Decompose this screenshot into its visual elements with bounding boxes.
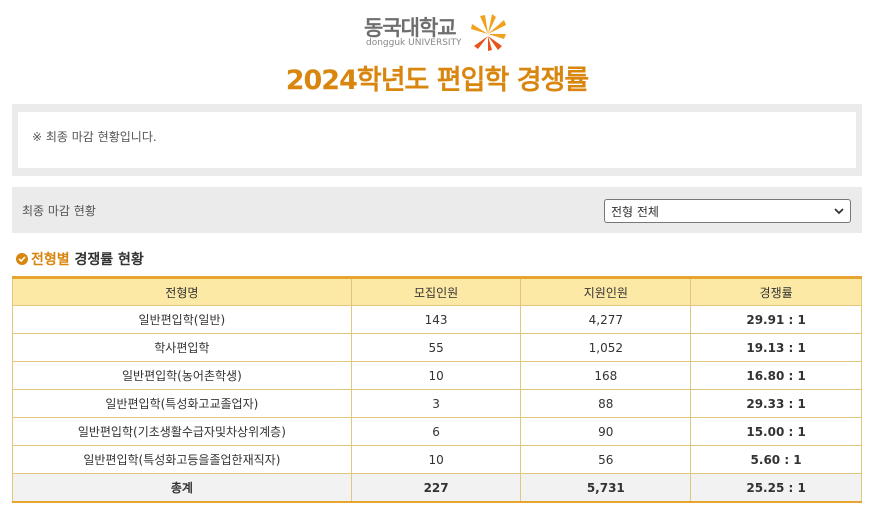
cell-applicants: 168 — [520, 361, 692, 390]
header-quota: 모집인원 — [350, 277, 522, 306]
cell-applicants: 90 — [520, 417, 692, 446]
cell-applicants: 4,277 — [520, 305, 692, 334]
total-applicants: 5,731 — [520, 473, 692, 503]
cell-quota: 6 — [350, 417, 522, 446]
competition-rate-table: 전형명 모집인원 지원인원 경쟁률 일반편입학(일반) 143 4,277 29… — [12, 276, 862, 503]
section-title-highlight: 전형별 — [31, 252, 70, 268]
table-total-row: 총계 227 5,731 25.25 : 1 — [12, 473, 862, 503]
cell-quota: 3 — [350, 389, 522, 418]
cell-admission-type: 학사편입학 — [12, 333, 352, 362]
cell-admission-type: 일반편입학(일반) — [12, 305, 352, 334]
cell-quota: 10 — [350, 361, 522, 390]
cell-rate: 29.91 : 1 — [690, 305, 862, 334]
filter-bar: 최종 마감 현황 전형 전체 — [12, 187, 862, 233]
check-circle-icon — [16, 253, 28, 265]
logo-text-english: dongguk UNIVERSITY — [366, 38, 462, 48]
table-row: 일반편입학(일반) 143 4,277 29.91 : 1 — [12, 305, 862, 334]
total-label: 총계 — [12, 473, 352, 503]
cell-admission-type: 일반편입학(특성화고교졸업자) — [12, 389, 352, 418]
cell-rate: 15.00 : 1 — [690, 417, 862, 446]
lotus-emblem-icon — [471, 14, 506, 51]
cell-rate: 19.13 : 1 — [690, 333, 862, 362]
table-row: 일반편입학(기초생활수급자및차상위계층) 6 90 15.00 : 1 — [12, 417, 862, 446]
table-header-row: 전형명 모집인원 지원인원 경쟁률 — [12, 277, 862, 306]
cell-admission-type: 일반편입학(기초생활수급자및차상위계층) — [12, 417, 352, 446]
cell-quota: 55 — [350, 333, 522, 362]
cell-admission-type: 일반편입학(농어촌학생) — [12, 361, 352, 390]
cell-quota: 10 — [350, 445, 522, 474]
select-value: 전형 전체 — [611, 205, 659, 219]
university-logo: 동국대학교 dongguk UNIVERSITY — [0, 8, 874, 56]
table-row: 학사편입학 55 1,052 19.13 : 1 — [12, 333, 862, 362]
total-rate: 25.25 : 1 — [690, 473, 862, 503]
notice-text: ※ 최종 마감 현황입니다. — [18, 112, 856, 168]
cell-quota: 143 — [350, 305, 522, 334]
header-admission-type: 전형명 — [12, 277, 352, 306]
cell-admission-type: 일반편입학(특성화고등을졸업한재직자) — [12, 445, 352, 474]
filter-label: 최종 마감 현황 — [22, 204, 96, 218]
cell-applicants: 56 — [520, 445, 692, 474]
cell-applicants: 88 — [520, 389, 692, 418]
section-title-rest: 경쟁률 현황 — [69, 252, 144, 268]
notice-box: ※ 최종 마감 현황입니다. — [12, 104, 862, 176]
admission-type-select[interactable]: 전형 전체 — [604, 199, 851, 223]
header-rate: 경쟁률 — [690, 277, 862, 306]
cell-rate: 5.60 : 1 — [690, 445, 862, 474]
total-quota: 227 — [350, 473, 522, 503]
cell-rate: 16.80 : 1 — [690, 361, 862, 390]
header-applicants: 지원인원 — [520, 277, 692, 306]
table-row: 일반편입학(특성화고교졸업자) 3 88 29.33 : 1 — [12, 389, 862, 418]
table-row: 일반편입학(농어촌학생) 10 168 16.80 : 1 — [12, 361, 862, 390]
cell-applicants: 1,052 — [520, 333, 692, 362]
cell-rate: 29.33 : 1 — [690, 389, 862, 418]
table-row: 일반편입학(특성화고등을졸업한재직자) 10 56 5.60 : 1 — [12, 445, 862, 474]
page-title: 2024학년도 편입학 경쟁률 — [285, 65, 590, 96]
section-title: 전형별 경쟁률 현황 — [16, 249, 144, 269]
chevron-down-icon — [834, 208, 844, 215]
